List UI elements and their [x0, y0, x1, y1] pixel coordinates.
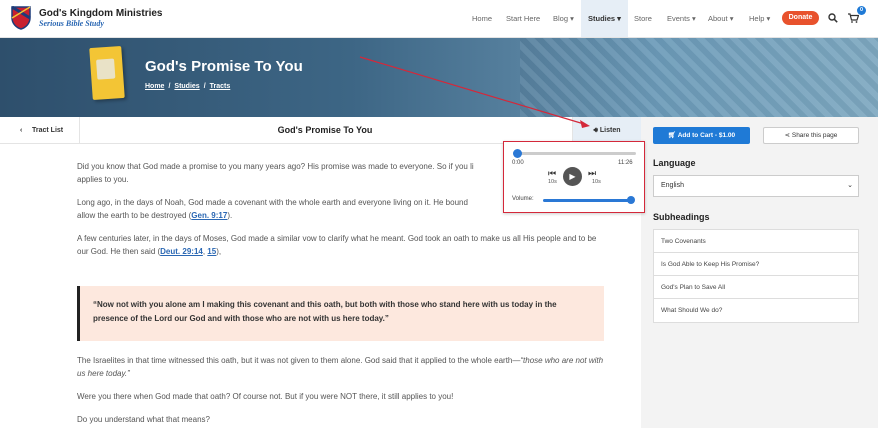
chevron-down-icon: ▾ — [615, 14, 621, 23]
language-select[interactable]: English ⌄ — [653, 175, 859, 197]
skip-forward-label: 10s — [592, 179, 601, 185]
speaker-icon: 🔊︎ — [593, 127, 598, 134]
cart-icon[interactable] — [848, 13, 859, 23]
paragraph: Do you understand what that means? — [77, 415, 210, 424]
article-title: God's Promise To You — [277, 125, 373, 135]
tract-list-button[interactable]: ‹ Tract List — [0, 117, 80, 144]
listen-button[interactable]: 🔊︎ Listen — [572, 117, 641, 144]
current-time: 0:00 — [512, 160, 524, 166]
subheadings-list: Two Covenants Is God Able to Keep His Pr… — [653, 229, 859, 323]
breadcrumb-home[interactable]: Home — [145, 83, 164, 90]
subheading-link[interactable]: Two Covenants — [654, 230, 858, 253]
chevron-down-icon: ▾ — [689, 14, 696, 23]
nav-events[interactable]: Events ▾ — [667, 14, 696, 23]
nav-store[interactable]: Store — [634, 14, 652, 23]
volume-label: Volume: — [512, 196, 534, 202]
volume-handle[interactable] — [627, 196, 635, 204]
language-heading: Language — [653, 158, 696, 168]
brand-tagline: Serious Bible Study — [39, 19, 104, 28]
cart-count-badge: 0 — [857, 6, 866, 15]
paragraph: A few centuries later, in the days of Mo… — [77, 234, 597, 256]
share-page-button[interactable]: ⋖ Share this page — [763, 127, 859, 144]
scripture-link[interactable]: Gen. 9:17 — [191, 211, 227, 220]
cart-icon: 🛒︎ — [667, 132, 677, 139]
paragraph: The Israelites in that time witnessed th… — [77, 356, 604, 378]
nav-home[interactable]: Home — [472, 14, 492, 23]
add-to-cart-button[interactable]: 🛒︎ Add to Cart - $1.00 — [653, 127, 750, 144]
nav-help[interactable]: Help ▾ — [749, 14, 770, 23]
scripture-link[interactable]: 15 — [207, 247, 216, 256]
blockquote: “Now not with you alone am I making this… — [77, 286, 604, 341]
top-navbar: God's Kingdom Ministries Serious Bible S… — [0, 0, 878, 38]
hero-banner: God's Promise To You Home / Studies / Tracts — [0, 38, 878, 117]
subheading-link[interactable]: What Should We do? — [654, 299, 858, 322]
breadcrumb-tracts[interactable]: Tracts — [210, 83, 231, 90]
hero-background-image — [520, 38, 878, 117]
fast-forward-icon[interactable]: ⏭ — [588, 168, 596, 179]
duration: 11:26 — [618, 160, 633, 166]
seek-handle[interactable] — [513, 149, 522, 158]
chevron-left-icon: ‹ — [20, 127, 23, 134]
chevron-down-icon: ▾ — [764, 14, 771, 23]
article-body-continued: The Israelites in that time witnessed th… — [77, 354, 607, 436]
breadcrumb-studies[interactable]: Studies — [174, 83, 199, 90]
donate-button[interactable]: Donate — [782, 11, 819, 25]
audio-player: 0:00 11:26 ⏮ 10s ▶ ⏭ 10s Volume: — [503, 141, 645, 213]
seek-bar[interactable] — [514, 152, 636, 155]
shield-logo-icon[interactable] — [11, 6, 31, 30]
chevron-down-icon: ⌄ — [847, 182, 853, 189]
subheading-link[interactable]: God's Plan to Save All — [654, 276, 858, 299]
page-title: God's Promise To You — [145, 58, 303, 75]
tract-cover-image — [89, 45, 125, 101]
nav-about[interactable]: About ▾ — [708, 14, 733, 23]
play-icon: ▶ — [569, 172, 576, 181]
subheadings-heading: Subheadings — [653, 212, 710, 222]
subheading-link[interactable]: Is God Able to Keep His Promise? — [654, 253, 858, 276]
brand-name[interactable]: God's Kingdom Ministries — [39, 8, 163, 19]
nav-blog[interactable]: Blog ▾ — [553, 14, 574, 23]
rewind-icon[interactable]: ⏮ — [548, 168, 556, 179]
chevron-down-icon: ▾ — [727, 14, 734, 23]
play-button[interactable]: ▶ — [563, 167, 582, 186]
breadcrumb: Home / Studies / Tracts — [145, 83, 231, 90]
paragraph: Were you there when God made that oath? … — [77, 392, 454, 401]
volume-slider[interactable] — [543, 199, 633, 202]
scripture-link[interactable]: Deut. 29:14 — [160, 247, 203, 256]
skip-back-label: 10s — [548, 179, 557, 185]
share-icon: ⋖ — [784, 132, 791, 139]
search-icon[interactable] — [828, 13, 838, 23]
nav-studies[interactable]: Studies ▾ — [581, 0, 628, 37]
nav-start-here[interactable]: Start Here — [506, 14, 540, 23]
chevron-down-icon: ▾ — [568, 14, 574, 23]
